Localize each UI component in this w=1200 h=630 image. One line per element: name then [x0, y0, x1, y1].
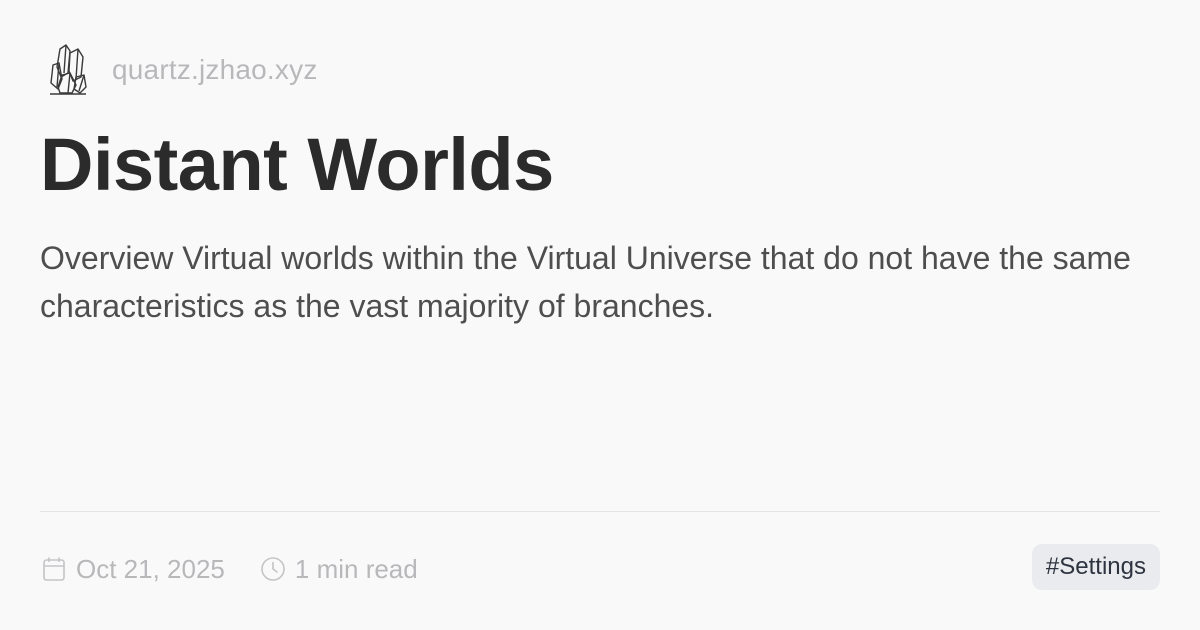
- article-meta: Oct 21, 2025 1 min read: [40, 549, 418, 589]
- reading-time: 1 min read: [294, 553, 418, 584]
- og-card: quartz.jzhao.xyz Distant Worlds Overview…: [0, 0, 1200, 630]
- calendar-icon: [40, 555, 68, 583]
- page-description: Overview Virtual worlds within the Virtu…: [40, 240, 1131, 324]
- date-item: Oct 21, 2025: [40, 554, 225, 585]
- page-title: Distant Worlds: [40, 123, 554, 206]
- tag-settings[interactable]: #Settings: [1031, 544, 1160, 590]
- site-header: quartz.jzhao.xyz: [44, 40, 318, 100]
- divider: [40, 511, 1160, 512]
- clock-icon: [259, 555, 287, 583]
- site-name[interactable]: quartz.jzhao.xyz: [112, 54, 318, 86]
- reading-time-item: 1 min read: [259, 554, 418, 585]
- crystal-icon: [44, 40, 92, 100]
- publish-date: Oct 21, 2025: [76, 553, 225, 584]
